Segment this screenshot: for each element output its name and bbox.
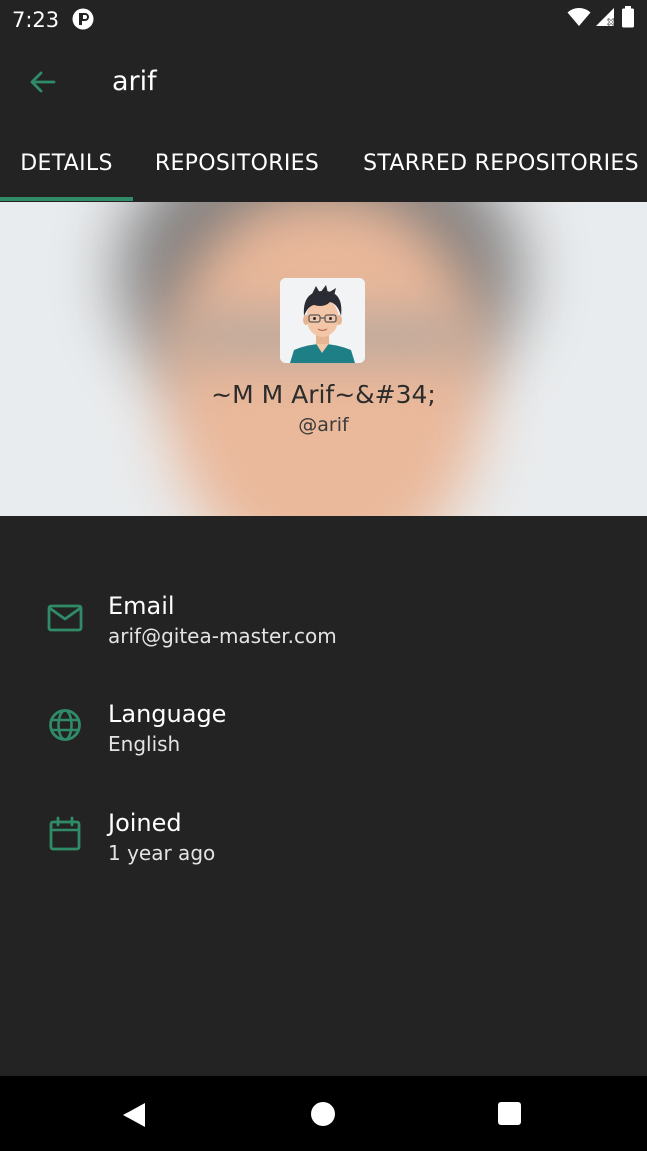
globe-icon xyxy=(46,706,84,744)
tab-details[interactable]: DETAILS xyxy=(0,124,133,202)
back-button[interactable] xyxy=(22,62,62,102)
nav-recents-icon[interactable] xyxy=(498,1102,521,1125)
detail-row-joined: Joined 1 year ago xyxy=(0,807,647,877)
battery-icon xyxy=(621,6,635,32)
calendar-icon xyxy=(46,815,84,853)
detail-value: 1 year ago xyxy=(108,841,216,865)
nav-back-icon[interactable] xyxy=(121,1102,147,1128)
app-bar: arif xyxy=(0,40,647,124)
status-icons xyxy=(567,6,635,32)
tab-indicator xyxy=(0,197,133,201)
avatar[interactable] xyxy=(280,278,365,363)
status-bar: 7:23 xyxy=(0,0,647,40)
mail-icon xyxy=(46,598,84,636)
profile-username: @arif xyxy=(298,414,349,436)
tab-starred-repositories[interactable]: STARRED REPOSITORIES xyxy=(348,124,647,202)
detail-row-language: Language English xyxy=(0,698,647,768)
tab-repositories[interactable]: REPOSITORIES xyxy=(136,124,338,202)
detail-value: arif@gitea-master.com xyxy=(108,624,337,648)
profile-full-name: ~M M Arif~&#34; xyxy=(211,380,436,409)
nav-home-icon[interactable] xyxy=(311,1102,335,1126)
system-nav-bar xyxy=(0,1076,647,1151)
signal-icon xyxy=(595,7,617,31)
page-title: arif xyxy=(112,66,157,97)
notification-app-icon xyxy=(72,8,94,30)
detail-label: Joined xyxy=(108,809,182,837)
detail-label: Email xyxy=(108,592,175,620)
arrow-back-icon xyxy=(30,71,56,93)
detail-value: English xyxy=(108,732,181,756)
detail-row-email: Email arif@gitea-master.com xyxy=(0,590,647,660)
wifi-icon xyxy=(567,7,591,31)
detail-label: Language xyxy=(108,700,227,728)
profile-header: ~M M Arif~&#34; @arif xyxy=(0,202,647,516)
tab-bar: DETAILS REPOSITORIES STARRED REPOSITORIE… xyxy=(0,124,647,202)
status-time: 7:23 xyxy=(12,8,60,32)
